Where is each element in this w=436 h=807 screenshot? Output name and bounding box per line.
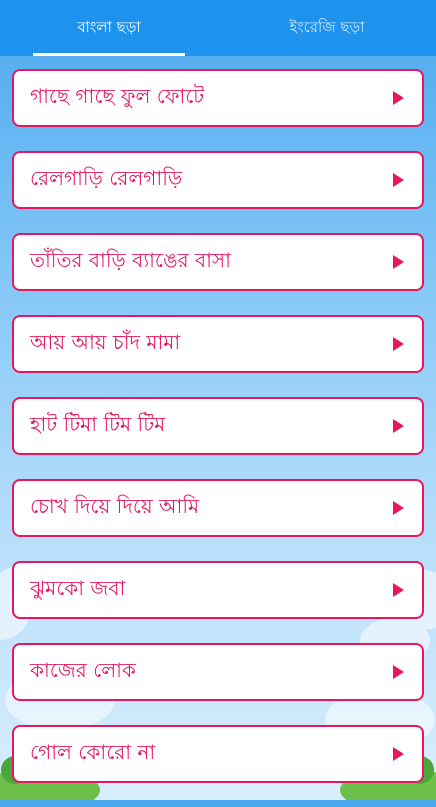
- play-triangle-icon: [393, 255, 404, 269]
- play-triangle-icon: [393, 91, 404, 105]
- rhyme-item-label: তাঁতির বাড়ি ব্যাঙের বাসা: [30, 247, 231, 272]
- rhyme-item[interactable]: হাট টিমা টিম টিম: [12, 397, 424, 455]
- rhyme-item[interactable]: কাজের লোক: [12, 643, 424, 701]
- rhyme-item-label: চোখ দিয়ে দিয়ে আমি: [30, 493, 200, 518]
- rhyme-item-label: হাট টিমা টিম টিম: [30, 411, 166, 436]
- rhyme-item[interactable]: চোখ দিয়ে দিয়ে আমি: [12, 479, 424, 537]
- play-triangle-icon: [393, 583, 404, 597]
- rhyme-item[interactable]: আয় আয় চাঁদ মামা: [12, 315, 424, 373]
- rhyme-item-label: আয় আয় চাঁদ মামা: [30, 329, 181, 354]
- tab-label: বাংলা ছড়া: [77, 17, 141, 36]
- play-triangle-icon: [393, 173, 404, 187]
- tab-bangla-rhymes[interactable]: বাংলা ছড়া: [0, 0, 218, 56]
- rhyme-item[interactable]: রেলগাড়ি রেলগাড়ি: [12, 151, 424, 209]
- rhyme-item[interactable]: গোল কোরো না: [12, 725, 424, 783]
- rhyme-item[interactable]: ঝুমকো জবা: [12, 561, 424, 619]
- tab-label: ইংরেজি ছড়া: [289, 17, 365, 36]
- tab-english-rhymes[interactable]: ইংরেজি ছড়া: [218, 0, 436, 56]
- rhyme-list: গাছে গাছে ফুল ফোটে রেলগাড়ি রেলগাড়ি তাঁ…: [12, 69, 424, 807]
- rhyme-item[interactable]: গাছে গাছে ফুল ফোটে: [12, 69, 424, 127]
- play-triangle-icon: [393, 337, 404, 351]
- play-triangle-icon: [393, 419, 404, 433]
- rhyme-item[interactable]: তাঁতির বাড়ি ব্যাঙের বাসা: [12, 233, 424, 291]
- play-triangle-icon: [393, 501, 404, 515]
- play-triangle-icon: [393, 665, 404, 679]
- rhyme-item-label: ঝুমকো জবা: [30, 575, 126, 600]
- rhyme-item-label: গোল কোরো না: [30, 739, 156, 764]
- play-triangle-icon: [393, 747, 404, 761]
- rhyme-item-label: কাজের লোক: [30, 657, 136, 682]
- rhyme-item-label: রেলগাড়ি রেলগাড়ি: [30, 165, 183, 190]
- active-tab-indicator: [33, 53, 185, 56]
- tab-bar: বাংলা ছড়া ইংরেজি ছড়া: [0, 0, 436, 56]
- rhyme-item-label: গাছে গাছে ফুল ফোটে: [30, 83, 205, 108]
